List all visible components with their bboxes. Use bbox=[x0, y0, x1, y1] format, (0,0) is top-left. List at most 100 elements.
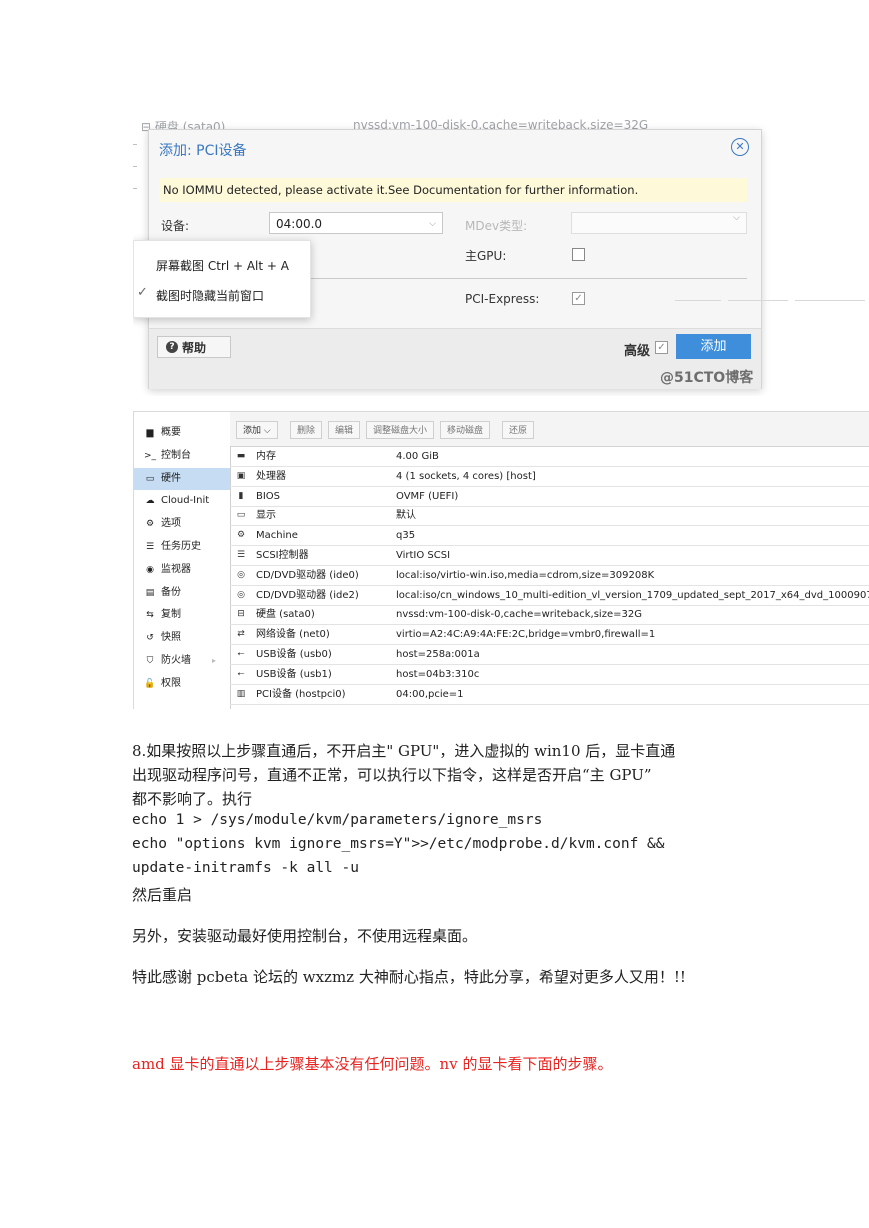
device-value: VirtIO SCSI bbox=[396, 550, 451, 561]
sidebar-item[interactable]: 🔓 权限 bbox=[134, 673, 230, 695]
sidebar-icon: ☰ bbox=[145, 542, 155, 552]
device-icon: ◎ bbox=[237, 569, 245, 580]
sidebar-icon: >_ bbox=[143, 450, 157, 461]
sidebar-item[interactable]: ◉ 监视器 bbox=[134, 559, 230, 581]
sidebar-item[interactable]: ⚙ 选项 bbox=[134, 513, 230, 535]
sidebar-item[interactable]: ▆ 概要 bbox=[134, 422, 230, 444]
background-tick bbox=[133, 188, 137, 189]
table-row[interactable]: ◎ CD/DVD驱动器 (ide2) local:iso/cn_windows_10… bbox=[230, 586, 869, 606]
device-value: 默认 bbox=[396, 510, 416, 522]
sidebar-item[interactable]: ▭ 硬件 bbox=[134, 467, 230, 490]
device-name: CD/DVD驱动器 (ide0) bbox=[256, 569, 359, 581]
sidebar-item[interactable]: ⇆ 复制 bbox=[134, 604, 230, 626]
sidebar-icon: ▭ bbox=[145, 473, 155, 484]
sidebar-icon: ☁ bbox=[145, 496, 155, 507]
command-line-1: echo 1 > /sys/module/kvm/parameters/igno… bbox=[132, 812, 543, 828]
table-row[interactable]: ▬ 内存 4.00 GiB bbox=[230, 447, 869, 467]
vm-sidebar: ▆ 概要 >_ 控制台 ▭ 硬件 ☁ Cloud-Init ⚙ 选项 ☰ 任务历史 ◉ 监视器 ▤ 备份 ⇆ 复制… bbox=[134, 412, 231, 709]
hardware-toolbar: 添加 ⌵ 删除 编辑 调整磁盘大小 移动磁盘 还原 bbox=[230, 412, 869, 447]
sidebar-item-label: 复制 bbox=[161, 609, 181, 621]
check-icon: ✓ bbox=[137, 285, 148, 300]
divider bbox=[675, 300, 721, 301]
sidebar-item-label: 选项 bbox=[161, 518, 181, 530]
device-combobox[interactable]: 04:00.0 ⌵ bbox=[269, 212, 443, 234]
device-icon: ⚙ bbox=[236, 530, 246, 541]
device-name: BIOS bbox=[256, 490, 281, 502]
device-value: 4.00 GiB bbox=[396, 451, 439, 462]
table-row[interactable]: ⇄ 网络设备 (net0) virtio=A2:4C:A9:4A:FE:2C,bri… bbox=[230, 625, 869, 646]
table-row[interactable]: ⭠ USB设备 (usb1) host=04b3:310c bbox=[230, 665, 869, 685]
menu-item-screenshot[interactable]: 屏幕截图 Ctrl + Alt + A bbox=[156, 257, 289, 274]
add-button[interactable]: 添加 bbox=[676, 334, 751, 359]
device-value: local:iso/virtio-win.iso,media=cdrom,siz… bbox=[396, 569, 655, 581]
device-name: 硬盘 (sata0) bbox=[256, 609, 315, 621]
device-name: 内存 bbox=[256, 451, 276, 462]
device-icon: ▬ bbox=[236, 451, 246, 461]
watermark: @51CTO博客 bbox=[660, 370, 754, 386]
menu-item-hide-window[interactable]: 截图时隐藏当前窗口 bbox=[156, 287, 264, 304]
sidebar-item[interactable]: ↺ 快照 bbox=[134, 627, 230, 649]
table-row[interactable]: ▮ BIOS OVMF (UEFI) bbox=[230, 487, 869, 507]
background-tick bbox=[133, 144, 137, 145]
device-name: USB设备 (usb0) bbox=[256, 649, 332, 660]
table-row[interactable]: ☰ SCSI控制器 VirtIO SCSI bbox=[230, 546, 869, 566]
dialog-title: 添加: PCI设备 bbox=[159, 143, 247, 159]
device-value: local:iso/cn_windows_10_multi-edition_vl… bbox=[396, 589, 869, 601]
advanced-checkbox[interactable]: ✓ bbox=[655, 341, 668, 354]
toolbar-button[interactable]: 移动磁盘 bbox=[440, 421, 491, 439]
device-icon: ▮ bbox=[238, 490, 244, 501]
device-name: USB设备 (usb1) bbox=[256, 668, 332, 680]
device-icon: ▣ bbox=[236, 470, 246, 481]
table-row[interactable]: ⊟ 硬盘 (sata0) nvssd:vm-100-disk-0,cache=wri… bbox=[230, 605, 869, 626]
device-value: OVMF (UEFI) bbox=[396, 490, 459, 502]
table-row[interactable]: ▭ 显示 默认 bbox=[230, 506, 869, 527]
advanced-label: 高级 bbox=[624, 344, 651, 359]
table-row[interactable]: ⚙ Machine q35 bbox=[230, 526, 869, 547]
step8-line2: 出现驱动程序问号，直通不正常，可以执行以下指令，这样是否开启“主 GPU” bbox=[132, 766, 652, 784]
device-value: nvssd:vm-100-disk-0,cache=writeback,size… bbox=[396, 609, 642, 621]
device-icon: ⭠ bbox=[237, 649, 245, 659]
toolbar-button[interactable]: 添加 ⌵ bbox=[236, 421, 278, 439]
help-button[interactable]: ? 帮助 bbox=[157, 336, 231, 358]
sidebar-item[interactable]: >_ 控制台 bbox=[134, 445, 230, 467]
pcie-label: PCI-Express: bbox=[465, 292, 540, 306]
primary-gpu-checkbox[interactable] bbox=[572, 248, 585, 261]
command-line-2: echo "options kvm ignore_msrs=Y">>/etc/m… bbox=[132, 836, 665, 852]
divider bbox=[279, 278, 747, 279]
toolbar-button[interactable]: 删除 bbox=[290, 421, 323, 439]
sidebar-item-label: 控制台 bbox=[161, 449, 191, 461]
sidebar-item[interactable]: ⛉ 防火墙 ▸ bbox=[134, 650, 230, 672]
question-icon: ? bbox=[166, 341, 178, 353]
sidebar-icon: ⛉ bbox=[146, 656, 154, 666]
toolbar-button[interactable]: 调整磁盘大小 bbox=[366, 421, 435, 439]
device-value: 4 (1 sockets, 4 cores) [host] bbox=[396, 470, 536, 482]
sidebar-icon: 🔓 bbox=[144, 678, 156, 689]
sidebar-item-label: 硬件 bbox=[161, 472, 181, 484]
mdev-type-combobox[interactable]: ⌵ bbox=[571, 212, 747, 234]
device-value: 04:00,pcie=1 bbox=[396, 688, 464, 700]
table-row[interactable]: ▥ PCI设备 (hostpci0) 04:00,pcie=1 bbox=[230, 685, 869, 705]
pcie-checkbox[interactable]: ✓ bbox=[572, 292, 585, 305]
thanks-text: 特此感谢 pcbeta 论坛的 wxzmz 大神耐心指点，特此分享，希望对更多人… bbox=[132, 968, 686, 986]
device-name: Machine bbox=[256, 530, 298, 542]
close-icon[interactable]: ✕ bbox=[731, 138, 749, 156]
divider bbox=[795, 300, 865, 301]
table-row[interactable]: ▣ 处理器 4 (1 sockets, 4 cores) [host] bbox=[230, 467, 869, 487]
amd-note: amd 显卡的直通以上步骤基本没有任何问题。nv 的显卡看下面的步骤。 bbox=[132, 1055, 613, 1073]
toolbar-button[interactable]: 还原 bbox=[502, 421, 535, 439]
table-row[interactable]: ⭠ USB设备 (usb0) host=258a:001a bbox=[230, 645, 869, 665]
sidebar-icon: ⇆ bbox=[146, 610, 154, 621]
device-icon: ◎ bbox=[237, 589, 245, 600]
sidebar-item-label: 监视器 bbox=[161, 563, 191, 575]
device-name: PCI设备 (hostpci0) bbox=[256, 688, 346, 700]
device-name: 显示 bbox=[256, 510, 276, 522]
sidebar-item[interactable]: ☰ 任务历史 bbox=[134, 536, 230, 558]
chevron-down-icon: ⌵ bbox=[733, 213, 740, 223]
table-row[interactable]: ◎ CD/DVD驱动器 (ide0) local:iso/virtio-win.is… bbox=[230, 566, 869, 586]
device-value: 04:00.0 bbox=[276, 217, 323, 231]
sidebar-item[interactable]: ▤ 备份 bbox=[134, 582, 230, 604]
device-icon: ⭠ bbox=[237, 668, 245, 679]
toolbar-button[interactable]: 编辑 bbox=[328, 421, 361, 439]
sidebar-item[interactable]: ☁ Cloud-Init bbox=[134, 490, 230, 512]
mdev-type-label: MDev类型: bbox=[465, 219, 528, 233]
